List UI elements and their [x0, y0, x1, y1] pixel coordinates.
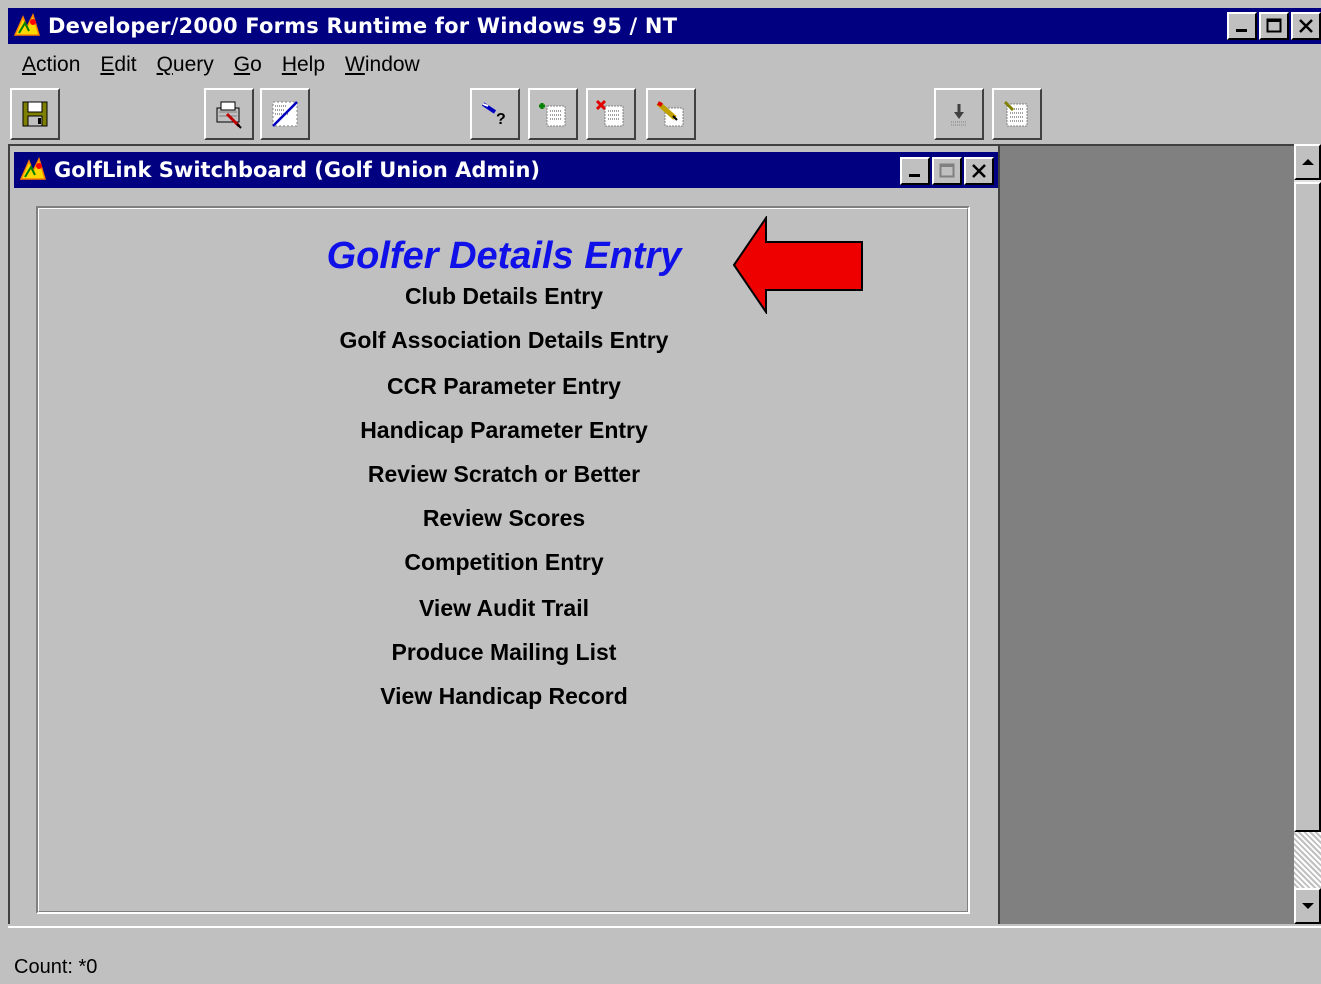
menu-help[interactable]: Help — [272, 53, 335, 77]
next-record-icon — [951, 104, 967, 126]
status-bar: Count: *0 — [8, 926, 1321, 984]
close-icon — [1299, 19, 1313, 33]
minimize-icon — [909, 174, 920, 177]
maximize-icon — [939, 163, 955, 178]
maximize-button[interactable] — [1259, 12, 1289, 40]
child-close-button[interactable] — [964, 157, 994, 185]
maximize-icon — [1266, 18, 1282, 33]
close-button[interactable] — [1291, 12, 1321, 40]
menu-edit[interactable]: Edit — [90, 53, 146, 77]
print-icon — [216, 101, 242, 129]
oracle-forms-icon[interactable] — [12, 11, 42, 41]
next-record-button[interactable] — [934, 88, 984, 140]
child-minimize-button[interactable] — [900, 157, 930, 185]
save-button[interactable] — [10, 88, 60, 140]
minimize-button[interactable] — [1227, 12, 1257, 40]
handicap-parameter-entry-button[interactable]: Handicap Parameter Entry — [39, 417, 969, 444]
menu-action[interactable]: Action — [12, 53, 90, 77]
svg-text:?: ? — [496, 111, 506, 128]
produce-mailing-list-button[interactable]: Produce Mailing List — [39, 639, 969, 666]
oracle-forms-icon[interactable] — [18, 155, 48, 185]
minimize-icon — [1236, 29, 1247, 32]
window-title: Developer/2000 Forms Runtime for Windows… — [48, 14, 678, 38]
save-icon — [22, 101, 48, 127]
close-icon — [972, 164, 986, 178]
window-controls — [1227, 12, 1321, 40]
menu-window[interactable]: Window — [335, 53, 430, 77]
scroll-thumb[interactable] — [1294, 182, 1321, 832]
review-scores-button[interactable]: Review Scores — [39, 505, 969, 532]
query-help-icon: ? — [481, 102, 506, 128]
insert-record-icon — [539, 103, 566, 127]
record-count-status: Count: *0 — [14, 956, 98, 978]
edit-button[interactable] — [646, 88, 696, 140]
main-title-bar[interactable]: Developer/2000 Forms Runtime for Windows… — [8, 8, 1321, 44]
red-left-arrow-icon — [732, 216, 863, 314]
forms-runtime-app: Developer/2000 Forms Runtime for Windows… — [0, 0, 1321, 984]
competition-entry-button[interactable]: Competition Entry — [39, 549, 969, 576]
menu-bar: Action Edit Query Go Help Window — [12, 48, 430, 82]
toolbar: ? — [10, 84, 1321, 142]
menu-query[interactable]: Query — [147, 53, 224, 77]
list-icon — [1003, 100, 1028, 127]
child-maximize-button[interactable] — [932, 157, 962, 185]
edit-icon — [656, 101, 684, 127]
child-window-controls — [900, 157, 994, 185]
scroll-up-button[interactable] — [1294, 144, 1321, 180]
insert-record-button[interactable] — [528, 88, 578, 140]
delete-record-icon — [595, 99, 624, 127]
scroll-track[interactable] — [1294, 832, 1321, 888]
menu-go[interactable]: Go — [224, 53, 272, 77]
list-values-button[interactable] — [992, 88, 1042, 140]
vertical-scrollbar[interactable] — [1294, 144, 1321, 924]
delete-record-button[interactable] — [586, 88, 636, 140]
print-button[interactable] — [204, 88, 254, 140]
clear-icon — [272, 101, 298, 127]
query-help-button[interactable]: ? — [470, 88, 520, 140]
up-arrow-icon — [1301, 159, 1314, 165]
view-audit-trail-button[interactable]: View Audit Trail — [39, 595, 969, 622]
ccr-parameter-entry-button[interactable]: CCR Parameter Entry — [39, 373, 969, 400]
scroll-down-button[interactable] — [1294, 888, 1321, 924]
golf-association-details-entry-button[interactable]: Golf Association Details Entry — [39, 327, 969, 354]
review-scratch-or-better-button[interactable]: Review Scratch or Better — [39, 461, 969, 488]
view-handicap-record-button[interactable]: View Handicap Record — [39, 683, 969, 710]
clear-button[interactable] — [260, 88, 310, 140]
down-arrow-icon — [1301, 903, 1314, 909]
switchboard-title: GolfLink Switchboard (Golf Union Admin) — [54, 158, 541, 182]
switchboard-title-bar[interactable]: GolfLink Switchboard (Golf Union Admin) — [14, 152, 998, 188]
